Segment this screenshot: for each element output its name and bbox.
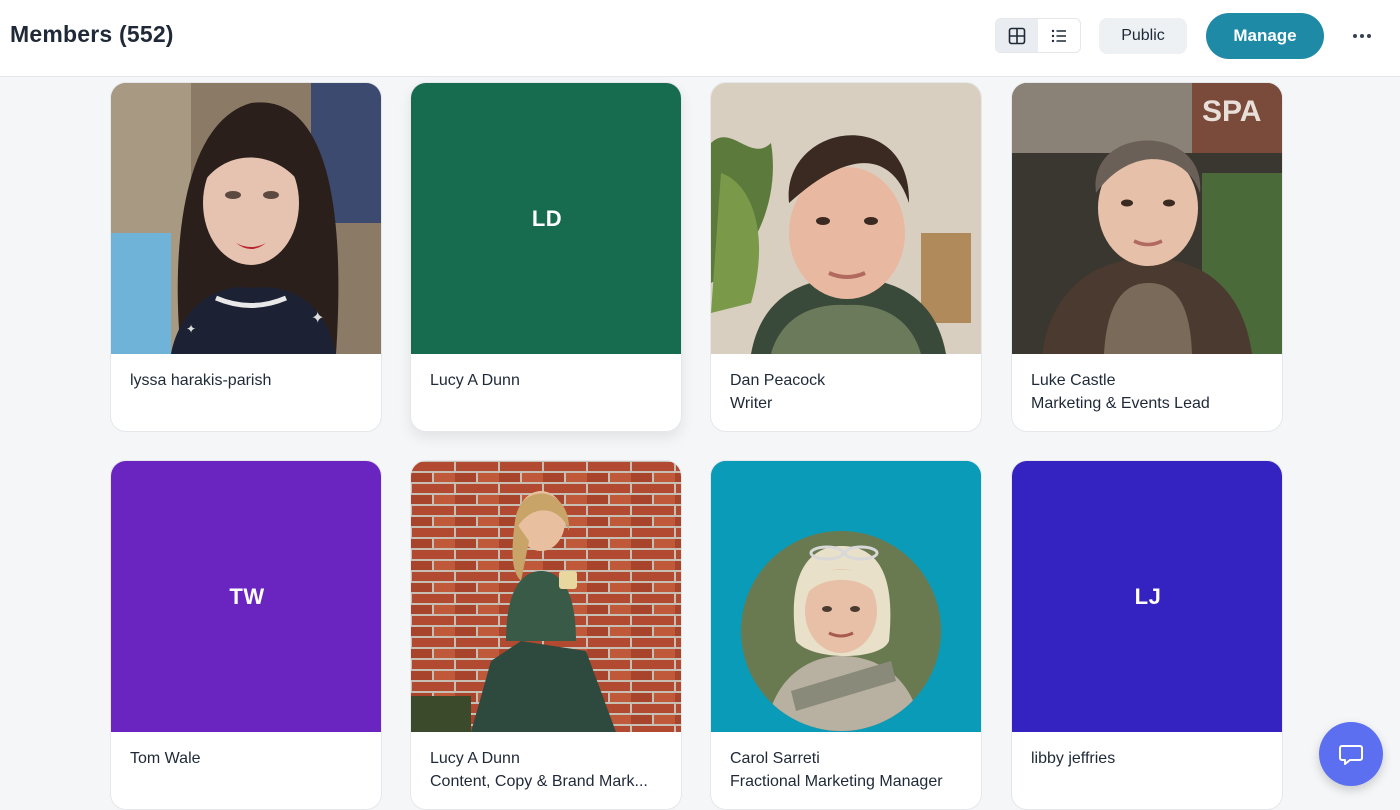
portrait-photo xyxy=(711,461,981,732)
member-initials: TW xyxy=(229,583,265,609)
member-role: Marketing & Events Lead xyxy=(1031,395,1210,412)
member-info: Lucy A Dunn xyxy=(430,369,670,392)
member-photo xyxy=(411,461,681,732)
member-role: Content, Copy & Brand Mark... xyxy=(430,773,648,790)
member-name: Luke Castle xyxy=(1031,372,1116,389)
member-name: Carol Sarreti xyxy=(730,750,820,767)
member-role: Writer xyxy=(730,395,773,412)
member-card[interactable]: ✦ ✦ lyssa harakis-parish xyxy=(110,82,382,432)
member-name: libby jeffries xyxy=(1031,750,1116,767)
svg-text:✦: ✦ xyxy=(186,322,196,336)
member-photo xyxy=(711,83,981,354)
member-card[interactable]: SPA Luke Castle Marketing & Events Lead xyxy=(1011,82,1283,432)
member-card[interactable]: LD Lucy A Dunn xyxy=(410,82,682,432)
svg-text:✦: ✦ xyxy=(311,310,324,327)
member-initials-avatar: LJ xyxy=(1012,461,1282,732)
member-info: Tom Wale xyxy=(130,747,370,770)
portrait-photo xyxy=(411,461,681,732)
portrait-photo: ✦ ✦ xyxy=(111,83,381,354)
svg-text:SPA: SPA xyxy=(1202,95,1261,128)
chat-icon xyxy=(1339,745,1363,765)
member-photo xyxy=(711,461,981,732)
member-info: Lucy A Dunn Content, Copy & Brand Mark..… xyxy=(430,747,670,793)
member-card[interactable]: TW Tom Wale xyxy=(110,460,382,810)
member-photo: SPA xyxy=(1012,83,1282,354)
member-name: Dan Peacock xyxy=(730,372,826,389)
chat-button[interactable] xyxy=(1319,722,1383,786)
member-card[interactable]: Lucy A Dunn Content, Copy & Brand Mark..… xyxy=(410,460,682,810)
member-initials: LD xyxy=(531,205,563,231)
portrait-photo: SPA xyxy=(1012,83,1282,354)
member-info: Luke Castle Marketing & Events Lead xyxy=(1031,369,1271,415)
member-info: Carol Sarreti Fractional Marketing Manag… xyxy=(730,747,970,793)
member-card[interactable]: Carol Sarreti Fractional Marketing Manag… xyxy=(710,460,982,810)
member-initials: LJ xyxy=(1134,583,1162,609)
member-card[interactable]: LJ libby jeffries xyxy=(1011,460,1283,810)
members-grid: ✦ ✦ lyssa harakis-parish LD Lucy A Dunn xyxy=(0,0,1400,810)
member-photo: ✦ ✦ xyxy=(111,83,381,354)
portrait-photo xyxy=(711,83,981,354)
member-name: lyssa harakis-parish xyxy=(130,372,272,389)
member-name: Lucy A Dunn xyxy=(430,372,520,389)
member-info: libby jeffries xyxy=(1031,747,1271,770)
member-name: Tom Wale xyxy=(130,750,201,767)
member-initials-avatar: TW xyxy=(111,461,381,732)
member-card[interactable]: Dan Peacock Writer xyxy=(710,82,982,432)
member-initials-avatar: LD xyxy=(411,83,681,354)
member-name: Lucy A Dunn xyxy=(430,750,520,767)
member-role: Fractional Marketing Manager xyxy=(730,773,943,790)
member-info: Dan Peacock Writer xyxy=(730,369,970,415)
member-info: lyssa harakis-parish xyxy=(130,369,370,392)
